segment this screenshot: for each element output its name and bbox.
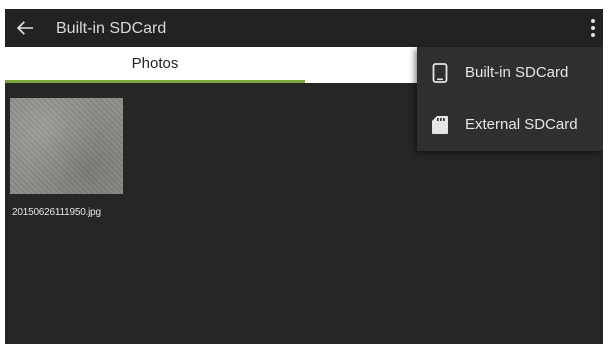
phone-icon <box>432 63 448 83</box>
arrow-left-icon[interactable] <box>13 16 37 40</box>
more-vertical-icon[interactable] <box>587 16 599 40</box>
photo-filename: 20150626111950.jpg <box>12 207 101 218</box>
tab-photos[interactable]: Photos <box>5 47 305 83</box>
photo-thumbnail[interactable] <box>10 98 123 194</box>
app-bar: Built-in SDCard <box>5 9 603 47</box>
sd-card-icon <box>432 116 448 134</box>
app-screen: Built-in SDCard Photos 20150626111950.jp… <box>5 9 603 344</box>
menu-item-label: Built-in SDCard <box>465 64 569 81</box>
menu-item-external-sdcard[interactable]: External SDCard <box>417 99 603 151</box>
tab-photos-label: Photos <box>131 55 179 72</box>
storage-menu: Built-in SDCard External SDCard <box>417 47 603 151</box>
menu-item-label: External SDCard <box>465 116 578 133</box>
page-title: Built-in SDCard <box>56 20 167 37</box>
menu-item-built-in-sdcard[interactable]: Built-in SDCard <box>417 47 603 99</box>
tab-indicator <box>5 80 305 83</box>
